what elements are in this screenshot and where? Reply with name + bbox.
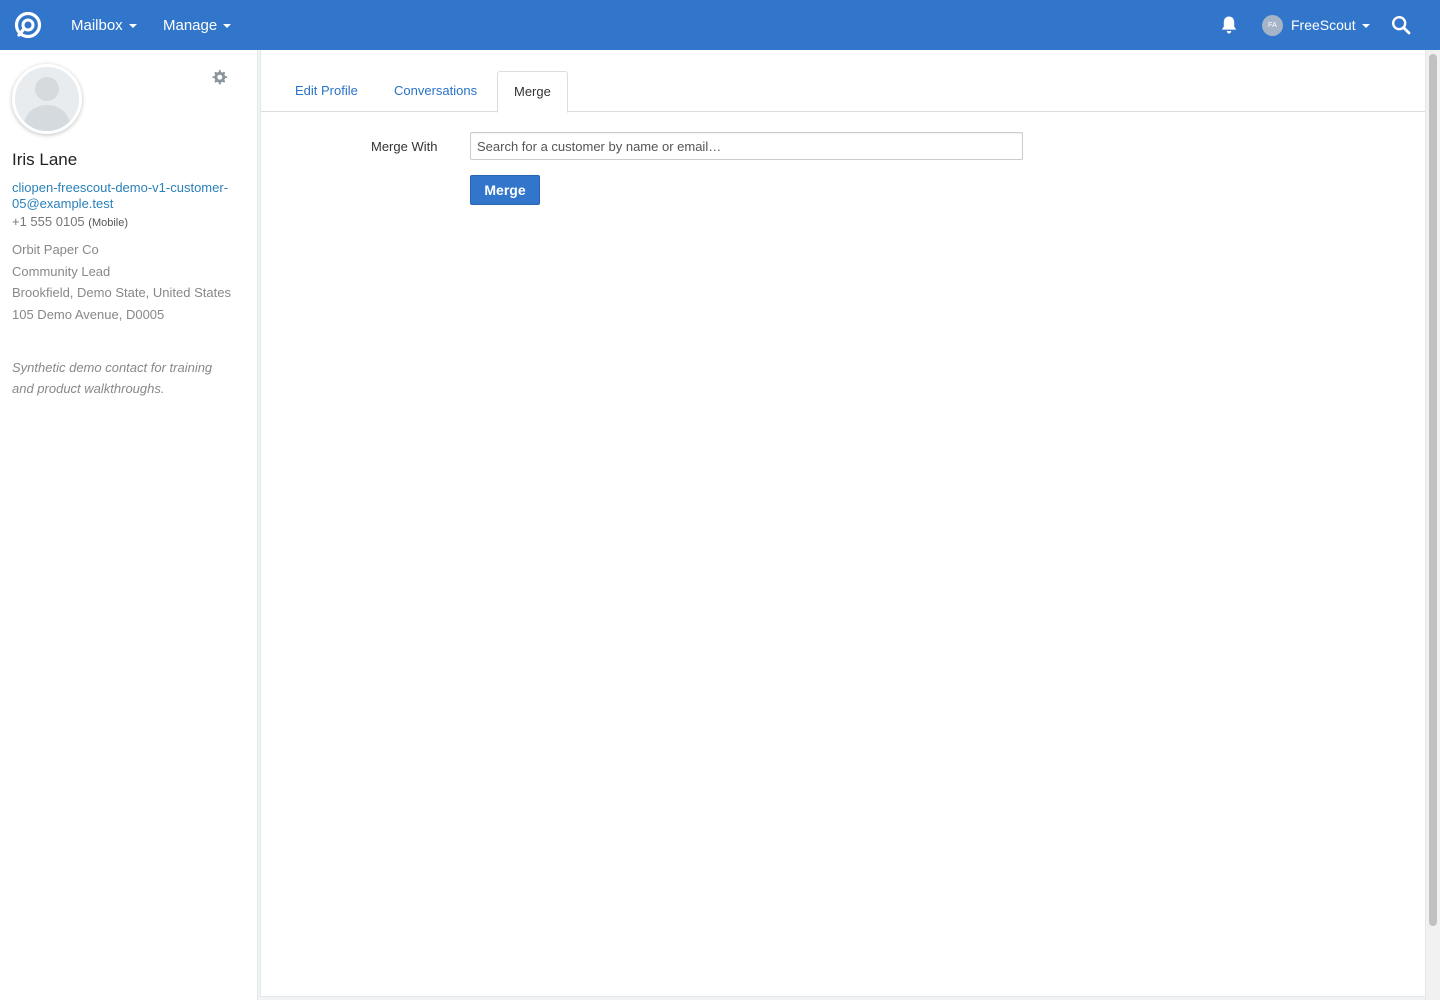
nav-menu-mailbox[interactable]: Mailbox bbox=[71, 0, 137, 50]
customer-avatar bbox=[12, 64, 82, 134]
customer-job-title: Community Lead bbox=[12, 263, 111, 279]
customer-phone-type: (Mobile) bbox=[88, 217, 129, 229]
tab-merge[interactable]: Merge bbox=[497, 71, 568, 113]
customer-sidebar: Iris Lane cliopen-freescout-demo-v1-cust… bbox=[0, 50, 258, 1000]
nav-menu-mailbox-label: Mailbox bbox=[71, 16, 123, 34]
customer-phone: +1 555 0105 (Mobile) bbox=[12, 214, 128, 229]
user-name: FreeScout bbox=[1291, 17, 1356, 33]
nav-menu-manage[interactable]: Manage bbox=[163, 0, 232, 50]
customer-notes: Synthetic demo contact for training and … bbox=[12, 360, 213, 396]
merge-customer-search-input[interactable] bbox=[470, 132, 1023, 160]
notifications-bell-icon[interactable] bbox=[1220, 15, 1238, 35]
chevron-down-icon bbox=[223, 24, 232, 28]
merge-button[interactable]: Merge bbox=[470, 175, 540, 205]
tab-edit-profile[interactable]: Edit Profile bbox=[279, 71, 374, 112]
gear-icon[interactable] bbox=[211, 69, 228, 86]
page: Mailbox Manage FA FreeScout Iris Lane cl… bbox=[0, 0, 1440, 1000]
customer-email-link[interactable]: cliopen-freescout-demo-v1-customer-05@ex… bbox=[12, 180, 232, 212]
nav-menu-manage-label: Manage bbox=[163, 16, 218, 34]
customer-phone-number: +1 555 0105 bbox=[12, 214, 85, 229]
page-scrollbar[interactable] bbox=[1425, 50, 1440, 1000]
top-navbar: Mailbox Manage FA FreeScout bbox=[0, 0, 1440, 50]
customer-company: Orbit Paper Co bbox=[12, 242, 99, 257]
scrollbar-thumb[interactable] bbox=[1429, 54, 1437, 926]
customer-name: Iris Lane bbox=[12, 150, 78, 169]
customer-details: Orbit Paper Co Community Lead Brookfield… bbox=[12, 239, 232, 325]
chevron-down-icon bbox=[128, 24, 137, 28]
customer-address: 105 Demo Avenue, D0005 bbox=[12, 306, 165, 322]
customer-location: Brookfield, Demo State, United States bbox=[12, 285, 231, 300]
default-avatar-icon bbox=[15, 67, 79, 131]
chevron-down-icon bbox=[1361, 24, 1370, 28]
search-icon[interactable] bbox=[1391, 15, 1411, 35]
freescout-logo-icon[interactable] bbox=[14, 11, 42, 39]
tab-conversations[interactable]: Conversations bbox=[378, 71, 493, 112]
user-menu[interactable]: FA FreeScout bbox=[1262, 0, 1370, 50]
profile-tabs: Edit Profile Conversations Merge bbox=[261, 71, 1426, 113]
merge-with-label: Merge With bbox=[371, 139, 438, 154]
main-content: Edit Profile Conversations Merge Merge W… bbox=[260, 50, 1426, 997]
user-avatar: FA bbox=[1262, 14, 1283, 36]
